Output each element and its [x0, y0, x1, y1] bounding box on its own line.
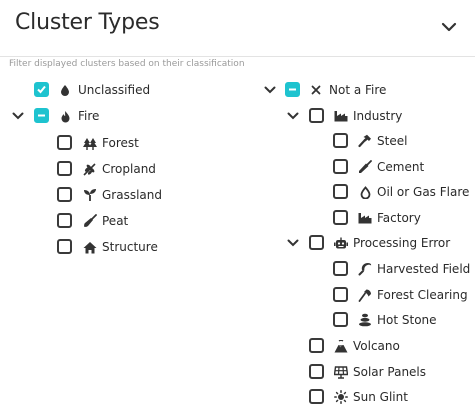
- processing-error-expand-toggle[interactable]: [285, 235, 301, 251]
- robot-icon: [334, 236, 348, 250]
- checkbox-solar-panels[interactable]: [309, 364, 324, 379]
- solar-panel-icon: [334, 365, 348, 379]
- label-fire: Fire: [78, 109, 100, 123]
- label-forest: Forest: [102, 136, 139, 150]
- fire-expand-toggle[interactable]: [10, 108, 26, 124]
- checkbox-not-a-fire[interactable]: [285, 82, 300, 97]
- droplet-outline-icon: [358, 185, 372, 199]
- checkbox-forest[interactable]: [57, 135, 72, 150]
- filter-hint: Filter displayed clusters based on their…: [9, 59, 245, 69]
- checkbox-cement[interactable]: [333, 159, 348, 174]
- label-peat: Peat: [102, 214, 129, 228]
- label-structure: Structure: [102, 240, 158, 254]
- sickle-icon: [358, 262, 372, 276]
- axe-icon: [358, 288, 372, 302]
- factory-icon: [358, 211, 372, 225]
- label-solar-panels: Solar Panels: [353, 365, 427, 379]
- shovel-icon: [83, 214, 97, 228]
- label-forest-clearing: Forest Clearing: [377, 288, 468, 302]
- checkbox-hot-stone[interactable]: [333, 312, 348, 327]
- trowel-icon: [358, 160, 372, 174]
- checkbox-oil-gas-flare[interactable]: [333, 184, 348, 199]
- checkbox-peat[interactable]: [57, 213, 72, 228]
- wheat-icon: [83, 162, 97, 176]
- volcano-icon: [334, 339, 348, 353]
- industry-icon: [334, 109, 348, 123]
- collapse-button[interactable]: [436, 14, 462, 40]
- checkbox-cropland[interactable]: [57, 161, 72, 176]
- page-title: Cluster Types: [15, 10, 160, 35]
- checkbox-unclassified[interactable]: [34, 82, 49, 97]
- label-grassland: Grassland: [102, 188, 162, 202]
- label-cement: Cement: [377, 160, 425, 174]
- chevron-down-icon: [441, 22, 457, 32]
- checkbox-sun-glint[interactable]: [309, 389, 324, 404]
- label-processing-error: Processing Error: [353, 236, 451, 250]
- panel-header: Cluster Types: [0, 0, 475, 57]
- checkbox-steel[interactable]: [333, 133, 348, 148]
- label-unclassified: Unclassified: [78, 83, 151, 97]
- label-sun-glint: Sun Glint: [353, 390, 408, 404]
- label-not-a-fire: Not a Fire: [329, 83, 387, 97]
- not-a-fire-expand-toggle[interactable]: [262, 82, 278, 98]
- seedling-icon: [83, 188, 97, 202]
- chevron-down-icon: [287, 239, 299, 247]
- label-harvested-field: Harvested Field: [377, 262, 471, 276]
- label-oil-gas-flare: Oil or Gas Flare: [377, 185, 470, 199]
- chevron-down-icon: [287, 112, 299, 120]
- checkbox-industry[interactable]: [309, 108, 324, 123]
- checkbox-processing-error[interactable]: [309, 235, 324, 250]
- checkbox-grassland[interactable]: [57, 187, 72, 202]
- label-volcano: Volcano: [353, 339, 400, 353]
- label-hot-stone: Hot Stone: [377, 313, 437, 327]
- checkbox-volcano[interactable]: [309, 338, 324, 353]
- label-cropland: Cropland: [102, 162, 156, 176]
- label-steel: Steel: [377, 134, 408, 148]
- sun-icon: [334, 390, 348, 404]
- hammer-icon: [358, 134, 372, 148]
- checkbox-fire[interactable]: [34, 108, 49, 123]
- close-icon: [309, 83, 323, 97]
- checkbox-harvested-field[interactable]: [333, 261, 348, 276]
- label-factory: Factory: [377, 211, 421, 225]
- droplet-icon: [58, 83, 72, 97]
- label-industry: Industry: [353, 109, 403, 123]
- stones-icon: [358, 313, 372, 327]
- checkbox-factory[interactable]: [333, 210, 348, 225]
- fire-icon: [58, 109, 72, 123]
- home-icon: [83, 240, 97, 254]
- checkbox-structure[interactable]: [57, 239, 72, 254]
- trees-icon: [83, 136, 97, 150]
- chevron-down-icon: [12, 112, 24, 120]
- chevron-down-icon: [264, 86, 276, 94]
- checkbox-forest-clearing[interactable]: [333, 287, 348, 302]
- industry-expand-toggle[interactable]: [285, 108, 301, 124]
